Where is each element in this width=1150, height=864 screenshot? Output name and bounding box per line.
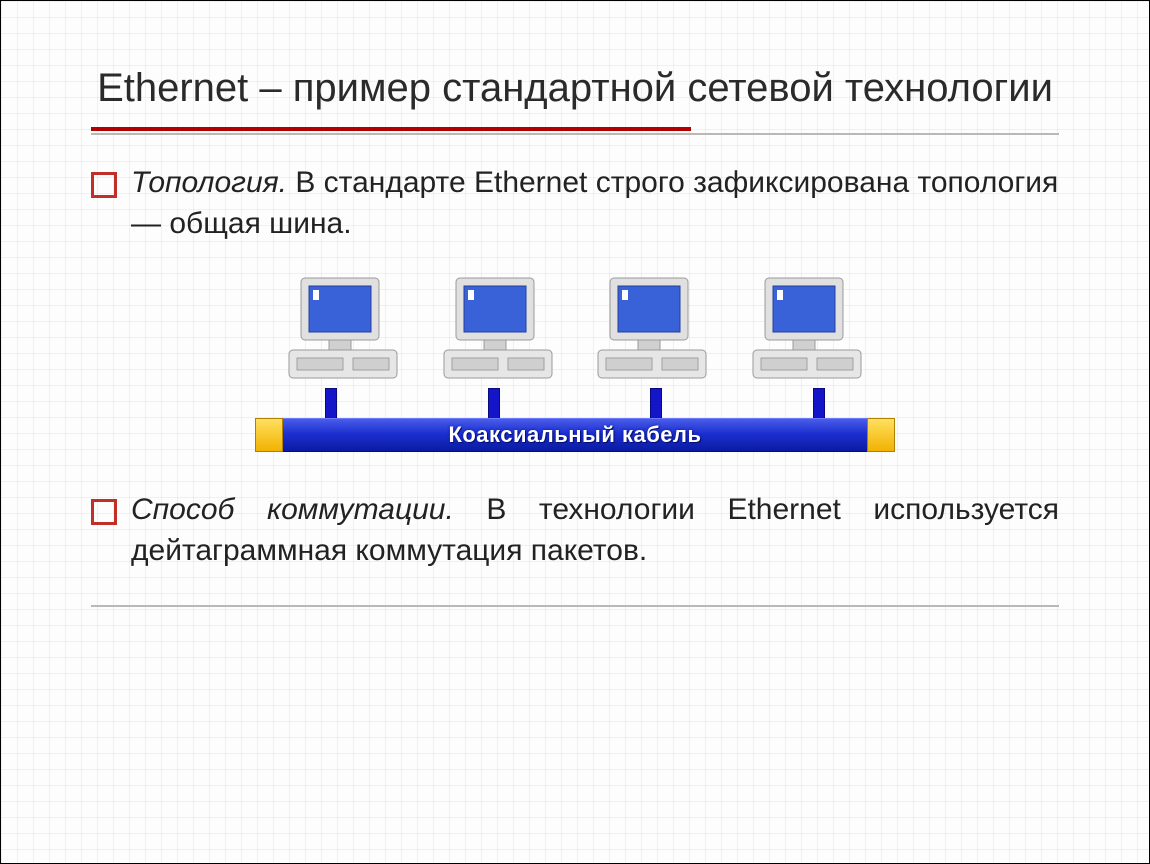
computer-icon <box>438 268 558 388</box>
drop-cable <box>650 388 662 418</box>
computer-icon <box>283 268 403 388</box>
grey-rule <box>91 133 1059 135</box>
drop-cable <box>488 388 500 418</box>
drop-cable <box>325 388 337 418</box>
computer-icon <box>592 268 712 388</box>
slide: Ethernet – пример стандартной сетевой те… <box>0 0 1150 864</box>
footer-rule <box>91 605 1059 607</box>
slide-content: Ethernet – пример стандартной сетевой те… <box>1 1 1149 647</box>
computers-row <box>255 268 895 388</box>
bus-terminator <box>255 418 283 452</box>
bus-row: Коаксиальный кабель <box>255 418 895 452</box>
bus-topology-diagram: Коаксиальный кабель <box>255 268 895 452</box>
bullet-2-text: Способ коммутации. В технологии Ethernet… <box>131 490 1059 571</box>
slide-title: Ethernet – пример стандартной сетевой те… <box>91 63 1059 113</box>
bullet-2-lead: Способ коммутации. <box>131 493 454 526</box>
red-rule <box>91 127 691 131</box>
drop-cables <box>255 388 895 418</box>
bullet-1: Топология. В стандарте Ethernet строго з… <box>91 163 1059 244</box>
drop-cable <box>813 388 825 418</box>
title-underline <box>91 127 1059 135</box>
bullet-marker <box>91 172 117 198</box>
bus-label: Коаксиальный кабель <box>448 422 701 448</box>
bus-terminator <box>867 418 895 452</box>
bullet-1-text: Топология. В стандарте Ethernet строго з… <box>131 163 1059 244</box>
computer-icon <box>747 268 867 388</box>
bullet-1-lead: Топология. <box>131 166 287 199</box>
bullet-2: Способ коммутации. В технологии Ethernet… <box>91 490 1059 571</box>
bullet-marker <box>91 499 117 525</box>
bus-cable: Коаксиальный кабель <box>283 418 867 452</box>
